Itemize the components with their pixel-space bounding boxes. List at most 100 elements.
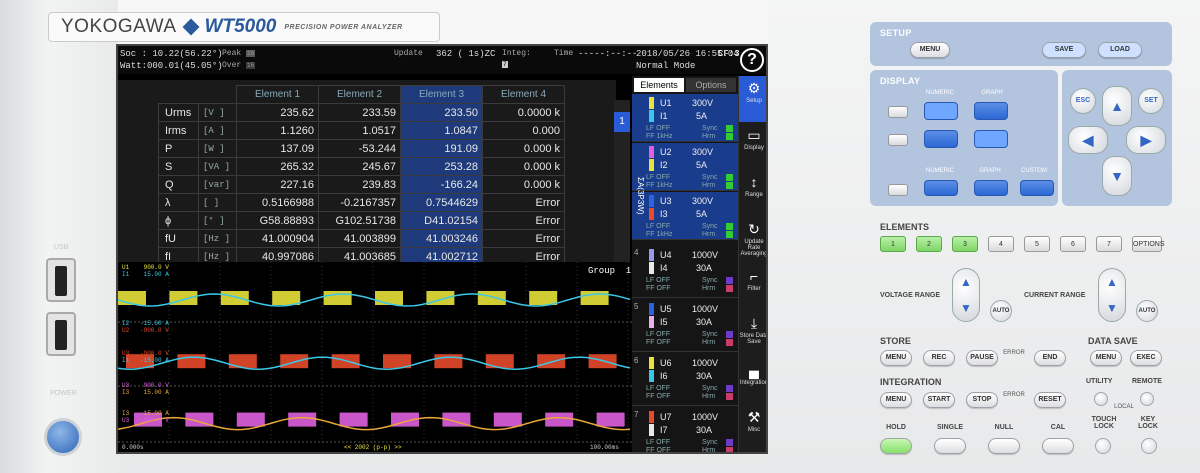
data-save-menu-button[interactable]: MENU bbox=[1090, 350, 1122, 366]
display-title: DISPLAY bbox=[880, 76, 921, 86]
element-button-4[interactable]: 4 bbox=[988, 236, 1014, 252]
menu-item-integration[interactable]: ▄ Integration bbox=[739, 358, 768, 404]
bottom-single-button[interactable] bbox=[934, 438, 966, 454]
element-button-7[interactable]: 7 bbox=[1096, 236, 1122, 252]
menu-item-label: Integration bbox=[739, 380, 768, 386]
arrow-down-icon[interactable]: ▼ bbox=[1102, 156, 1132, 196]
integration-menu-button[interactable]: MENU bbox=[880, 392, 912, 408]
graph-button-1[interactable] bbox=[974, 102, 1008, 120]
scale-line-1: I2 -15.00 A bbox=[122, 320, 169, 327]
graph-button-3[interactable] bbox=[974, 180, 1008, 196]
bottom-cal-button[interactable] bbox=[1042, 438, 1074, 454]
element-block-4[interactable]: 4 U4 1000V I4 30A LF OFF FF OFF Sync Hrm bbox=[632, 246, 738, 298]
element-block-6[interactable]: 6 U6 1000V I6 30A LF OFF FF OFF Sync Hrm bbox=[632, 354, 738, 406]
set-button[interactable]: SET bbox=[1138, 88, 1164, 114]
arrow-right-icon[interactable]: ▶ bbox=[1126, 126, 1166, 154]
numeric-button-1[interactable] bbox=[924, 102, 958, 120]
menu-item-range[interactable]: ↕ Range bbox=[739, 170, 766, 216]
current-auto-button[interactable]: AUTO bbox=[1136, 300, 1158, 322]
freq-filter: FF OFF bbox=[646, 285, 671, 292]
tab-options[interactable]: Options bbox=[686, 78, 736, 92]
bottom-hold-button[interactable] bbox=[880, 438, 912, 454]
help-button[interactable]: ? bbox=[740, 48, 764, 72]
freq-filter: FF OFF bbox=[646, 339, 671, 346]
element-block-1[interactable]: U1 300V I1 5A LF OFF FF 1kHz Sync Hrm bbox=[632, 94, 738, 142]
display-left-button-2[interactable] bbox=[888, 134, 908, 146]
remote-local-button[interactable] bbox=[1140, 392, 1154, 406]
row-unit: [var] bbox=[198, 175, 237, 194]
element-block-5[interactable]: 5 U5 1000V I5 30A LF OFF FF OFF Sync Hrm bbox=[632, 300, 738, 352]
sync-source-badge bbox=[726, 439, 733, 446]
utility-button[interactable] bbox=[1094, 392, 1108, 406]
table-cell: 41.003246 bbox=[400, 229, 483, 248]
hrm-label: Hrm bbox=[702, 447, 716, 454]
pwm-voltage-burst bbox=[323, 291, 352, 305]
display-left-button-3[interactable] bbox=[888, 184, 908, 196]
crest-factor: CF:3 bbox=[718, 49, 740, 59]
numeric-button-2[interactable] bbox=[924, 130, 958, 148]
touch-lock-button[interactable] bbox=[1095, 438, 1111, 454]
menu-item-misc[interactable]: ⚒ Misc bbox=[739, 405, 766, 451]
integration-start-button[interactable]: START bbox=[923, 392, 955, 408]
table-cell: G58.88893 bbox=[236, 211, 319, 230]
element-block-2[interactable]: U2 300V I2 5A LF OFF FF 1kHz Sync Hrm bbox=[632, 143, 738, 191]
table-cell: 41.003899 bbox=[318, 229, 401, 248]
sync-label: Sync bbox=[702, 125, 718, 132]
menu-item-label: Range bbox=[745, 192, 763, 198]
store-rec-button[interactable]: REC bbox=[923, 350, 955, 366]
integration-icon: ▄ bbox=[749, 362, 759, 378]
pwm-voltage-burst bbox=[477, 291, 506, 305]
element-block-7[interactable]: 7 U7 1000V I7 30A LF OFF FF OFF Sync Hrm bbox=[632, 408, 738, 454]
table-cell: D41.02154 bbox=[400, 211, 483, 230]
remote-label: REMOTE bbox=[1132, 378, 1162, 385]
setup-menu-button[interactable]: MENU bbox=[910, 42, 950, 58]
usb-port-1[interactable] bbox=[46, 258, 76, 302]
voltage-auto-button[interactable]: AUTO bbox=[990, 300, 1012, 322]
tab-elements[interactable]: Elements bbox=[634, 78, 684, 92]
custom-button[interactable] bbox=[1020, 180, 1054, 196]
voltage-range-updown[interactable]: ▲ ▼ bbox=[952, 268, 980, 322]
element-button-3[interactable]: 3 bbox=[952, 236, 978, 252]
element-button-options[interactable]: OPTIONS bbox=[1132, 236, 1165, 252]
usb-port-2[interactable] bbox=[46, 312, 76, 356]
current-range-updown[interactable]: ▲ ▼ bbox=[1098, 268, 1126, 322]
graph-button-2[interactable] bbox=[974, 130, 1008, 148]
element-button-2[interactable]: 2 bbox=[916, 236, 942, 252]
voltage-range: 300V bbox=[692, 196, 714, 206]
menu-item-label: Setup bbox=[746, 98, 762, 104]
store-pause-button[interactable]: PAUSE bbox=[966, 350, 998, 366]
element-button-5[interactable]: 5 bbox=[1024, 236, 1050, 252]
menu-item-display[interactable]: ▭ Display bbox=[739, 123, 766, 169]
bottom-single-label: SINGLE bbox=[936, 424, 964, 431]
element-button-6[interactable]: 6 bbox=[1060, 236, 1086, 252]
element-button-1[interactable]: 1 bbox=[880, 236, 906, 252]
table-cell: 245.67 bbox=[318, 157, 401, 176]
key-lock-button[interactable] bbox=[1141, 438, 1157, 454]
voltage-range-label: VOLTAGE RANGE bbox=[880, 292, 941, 299]
menu-item-setup[interactable]: ⚙ Setup bbox=[739, 76, 766, 122]
menu-item-filter[interactable]: ⌐ Filter bbox=[739, 264, 766, 310]
numeric-button-3[interactable] bbox=[924, 180, 958, 196]
esc-button[interactable]: ESC bbox=[1070, 88, 1096, 114]
element-block-3[interactable]: U3 300V I3 5A LF OFF FF 1kHz Sync Hrm bbox=[632, 192, 738, 240]
table-row: λ[ ] 0.5166988 -0.2167357 0.7544629 Error bbox=[158, 193, 565, 212]
integration-stop-button[interactable]: STOP bbox=[966, 392, 998, 408]
arrow-left-icon[interactable]: ◀ bbox=[1068, 126, 1108, 154]
row-unit: [ ] bbox=[198, 193, 237, 212]
store-error-label: ERROR bbox=[1003, 350, 1025, 356]
save-button[interactable]: SAVE bbox=[1042, 42, 1086, 58]
bottom-null-button[interactable] bbox=[988, 438, 1020, 454]
display-left-button-1[interactable] bbox=[888, 106, 908, 118]
table-row: Irms [A ] 1.1260 1.0517 1.0847 0.000 bbox=[158, 121, 565, 140]
data-save-exec-button[interactable]: EXEC bbox=[1130, 350, 1162, 366]
hrm-source-badge bbox=[726, 231, 733, 238]
integration-reset-button[interactable]: RESET bbox=[1034, 392, 1066, 408]
power-button[interactable] bbox=[44, 418, 82, 456]
store-menu-button[interactable]: MENU bbox=[880, 350, 912, 366]
arrow-up-icon[interactable]: ▲ bbox=[1102, 86, 1132, 126]
load-button[interactable]: LOAD bbox=[1098, 42, 1142, 58]
setup-title: SETUP bbox=[880, 28, 912, 38]
store-end-button[interactable]: END bbox=[1034, 350, 1066, 366]
menu-item-update-rate-averaging[interactable]: ↻ Update Rate Averaging bbox=[739, 217, 766, 263]
menu-item-store-data-save[interactable]: ⤓ Store Data Save bbox=[739, 311, 766, 357]
